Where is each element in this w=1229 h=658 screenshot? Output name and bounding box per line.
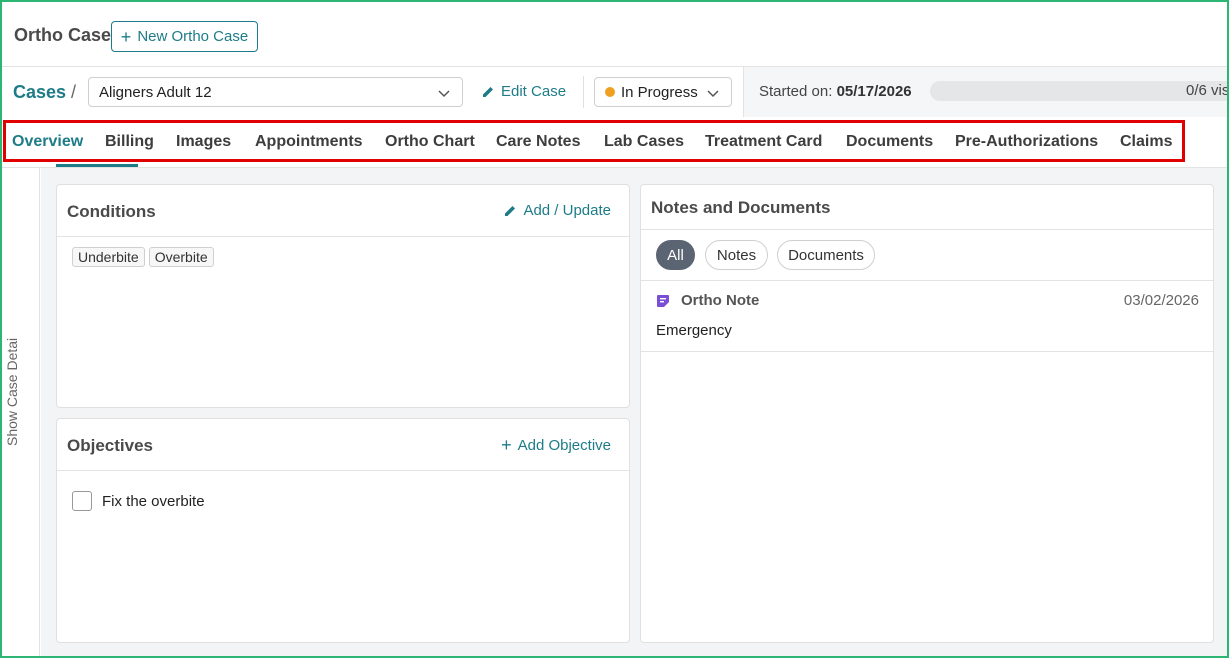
add-objective-button[interactable]: + Add Objective [501,436,611,454]
add-update-label: Add / Update [523,202,611,219]
plus-icon: + [501,435,512,455]
objectives-title: Objectives [67,436,153,455]
pencil-icon [483,86,493,97]
visits-progress-text: 0/6 vis [1186,82,1229,99]
started-date: 05/17/2026 [836,83,912,100]
status-dot [605,87,615,97]
condition-chip: Overbite [148,247,214,267]
active-tab-indicator [56,164,138,167]
pencil-icon [505,205,516,216]
case-toolbar: Cases / Aligners Adult 12 Edit Case In P… [2,67,1229,117]
conditions-header: Conditions Add / Update [57,185,629,237]
started-label: Started on: [759,83,833,100]
objectives-header: Objectives + Add Objective [57,419,629,471]
note-date: 03/02/2026 [1123,292,1199,309]
new-ortho-case-button[interactable]: + New Ortho Case [111,21,258,52]
overview-content: Conditions Add / Update Underbite Overbit… [41,168,1227,656]
tabs-highlight-box [3,120,1185,162]
condition-chip: Underbite [72,247,145,267]
add-update-conditions-button[interactable]: Add / Update [503,202,611,219]
plus-icon: + [120,26,132,47]
edit-case-label: Edit Case [501,83,567,100]
edit-case-button[interactable]: Edit Case [481,83,566,100]
chevron-down-icon [707,90,719,98]
breadcrumb-cases-link[interactable]: Cases [13,82,66,103]
status-value: In Progress [621,83,698,101]
add-objective-label: Add Objective [517,436,611,454]
page-header: Ortho Case + New Ortho Case [2,2,1227,67]
note-icon [657,295,669,307]
conditions-list: Underbite Overbite [72,247,218,267]
conditions-title: Conditions [67,202,156,221]
started-on-text: Started on: 05/17/2026 [759,83,912,100]
chevron-down-icon [438,90,450,98]
notes-header: Notes and Documents [641,185,1213,230]
filter-notes[interactable]: Notes [705,240,768,270]
notes-title: Notes and Documents [651,198,831,217]
show-case-details-toggle[interactable]: Show Case Detai [4,338,20,446]
breadcrumb-separator: / [71,82,77,102]
notes-documents-card: Notes and Documents All Notes Documents … [640,184,1214,643]
case-progress-panel: Started on: 05/17/2026 0/6 vis [743,67,1229,117]
status-select[interactable]: In Progress [594,77,732,107]
objective-label: Fix the overbite [102,493,205,510]
objective-checkbox[interactable] [72,491,92,511]
visits-progress-bar: 0/6 vis [930,81,1229,101]
new-ortho-case-label: New Ortho Case [137,28,249,45]
case-select[interactable]: Aligners Adult 12 [88,77,463,107]
objectives-card: Objectives + Add Objective Fix the overb… [56,418,630,643]
case-select-value: Aligners Adult 12 [99,83,212,101]
filter-all[interactable]: All [656,240,695,270]
notes-filter-bar: All Notes Documents [641,230,1213,281]
conditions-card: Conditions Add / Update Underbite Overbit… [56,184,630,408]
page-title: Ortho Case [14,25,112,45]
note-text: Emergency [656,322,732,339]
case-details-rail[interactable]: Show Case Detai [2,168,40,656]
divider [583,76,584,108]
note-entry[interactable]: Ortho Note 03/02/2026 Emergency [641,281,1213,352]
filter-documents[interactable]: Documents [777,240,875,270]
note-type: Ortho Note [681,292,760,309]
